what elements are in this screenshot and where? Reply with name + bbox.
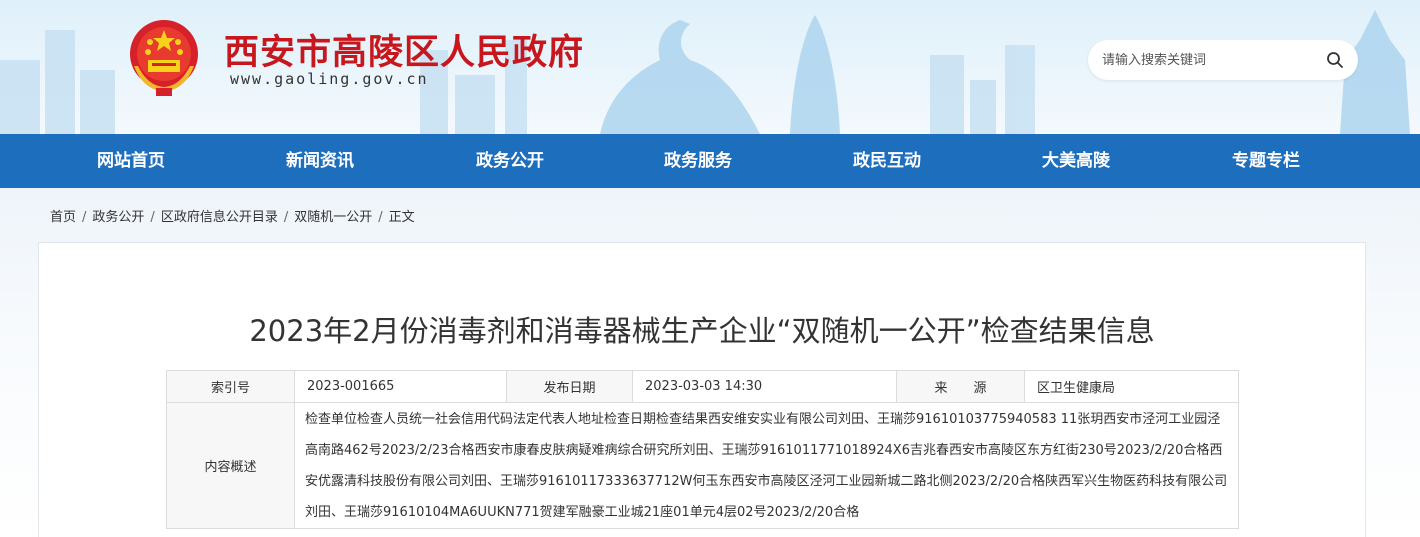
breadcrumb-separator: / [283,210,289,225]
breadcrumb-current: 正文 [388,210,415,225]
nav-item-news[interactable]: 新闻资讯 [250,134,390,188]
breadcrumb-double-random[interactable]: 双随机一公开 [294,210,372,225]
breadcrumb-info-catalog[interactable]: 区政府信息公开目录 [161,210,278,225]
site-title: 西安市高陵区人民政府 [224,32,585,73]
breadcrumb-separator: / [378,210,383,225]
index-label: 索引号 [166,370,295,403]
nav-item-gaoling[interactable]: 大美高陵 [1006,134,1146,188]
breadcrumb-separator: / [82,210,87,225]
nav-item-gov-affairs[interactable]: 政务公开 [440,134,580,188]
search-input[interactable] [1102,48,1312,72]
nav-item-gov-services[interactable]: 政务服务 [628,134,768,188]
date-label: 发布日期 [506,370,633,403]
breadcrumb-home[interactable]: 首页 [50,210,76,225]
search-box [1088,40,1358,80]
main-nav: 网站首页 新闻资讯 政务公开 政务服务 政民互动 大美高陵 专题专栏 [0,134,1420,188]
nav-item-topics[interactable]: 专题专栏 [1196,134,1336,188]
source-label: 来 源 [896,370,1025,403]
national-emblem-icon [130,20,198,96]
article-meta-table: 索引号 2023-001665 发布日期 2023-03-03 14:30 来 … [166,370,1239,529]
nav-item-interaction[interactable]: 政民互动 [817,134,957,188]
date-value: 2023-03-03 14:30 [632,370,897,403]
summary-label: 内容概述 [166,402,295,529]
search-icon[interactable] [1326,51,1344,69]
table-row: 索引号 2023-001665 发布日期 2023-03-03 14:30 来 … [166,370,1239,403]
index-value: 2023-001665 [294,370,507,403]
article-title: 2023年2月份消毒剂和消毒器械生产企业“双随机一公开”检查结果信息 [249,314,1155,348]
breadcrumb-gov-affairs[interactable]: 政务公开 [92,210,144,225]
table-row: 内容概述 检查单位检查人员统一社会信用代码法定代表人地址检查日期检查结果西安维安… [166,402,1239,529]
site-header: 西安市高陵区人民政府 www.gaoling.gov.cn [0,0,1420,134]
breadcrumb: 首页 / 政务公开 / 区政府信息公开目录 / 双随机一公开 / 正文 [50,206,415,226]
nav-item-home[interactable]: 网站首页 [61,134,201,188]
source-value: 区卫生健康局 [1024,370,1239,403]
site-domain: www.gaoling.gov.cn [230,70,429,88]
summary-value: 检查单位检查人员统一社会信用代码法定代表人地址检查日期检查结果西安维安实业有限公… [294,402,1239,529]
breadcrumb-separator: / [150,210,155,225]
